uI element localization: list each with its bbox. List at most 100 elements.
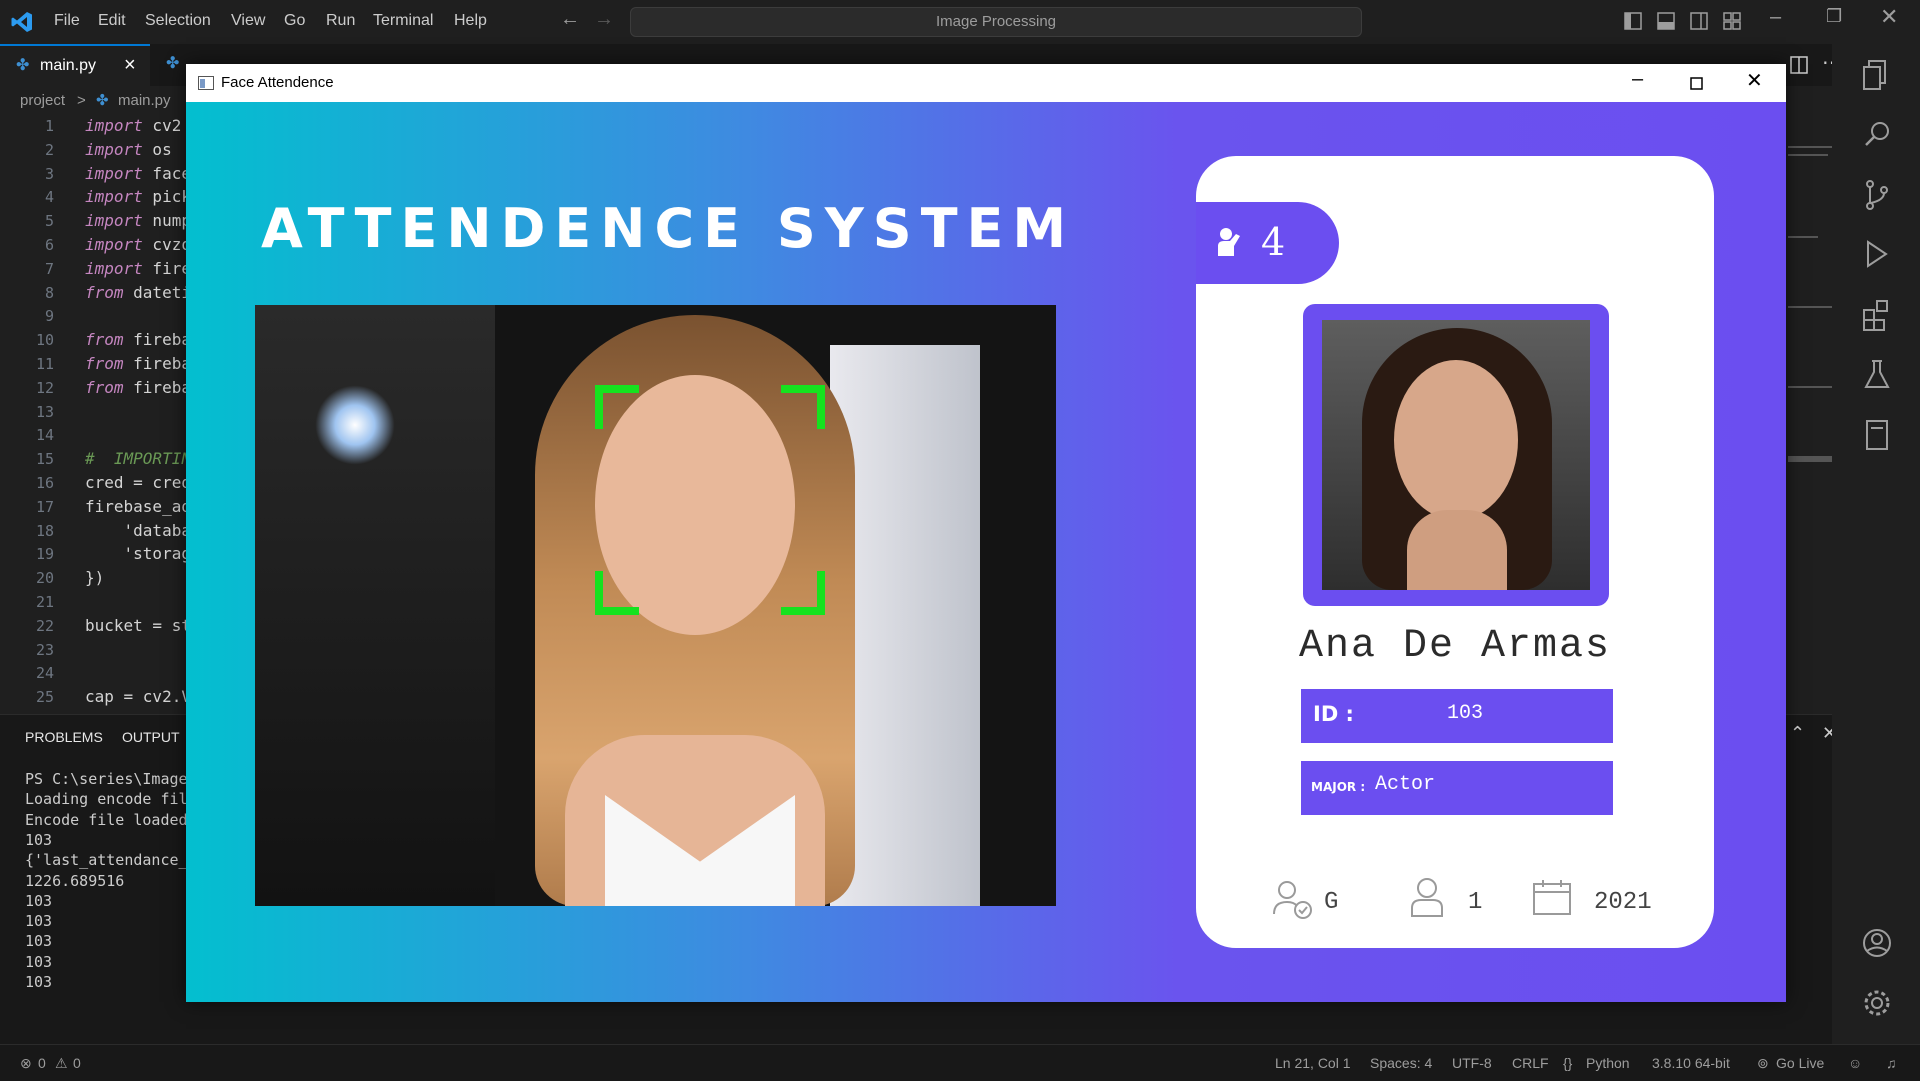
breadcrumb-separator: > [77, 92, 86, 109]
menu-selection[interactable]: Selection [145, 12, 211, 30]
explorer-icon[interactable] [1854, 52, 1900, 98]
calendar-icon [1533, 880, 1571, 915]
menu-help[interactable]: Help [454, 12, 487, 30]
light-glare [315, 385, 395, 465]
user-icon [1411, 878, 1443, 917]
error-count[interactable]: 0 [38, 1055, 46, 1071]
panel-tab-problems[interactable]: PROBLEMS [25, 729, 103, 745]
feedback-icon[interactable]: ☺ [1848, 1055, 1862, 1071]
line-number: 21 [35, 593, 54, 611]
restore-icon[interactable]: ❐ [1826, 6, 1842, 27]
menu-go[interactable]: Go [284, 12, 305, 30]
line-number: 19 [35, 545, 54, 564]
student-name: Ana De Armas [1298, 624, 1612, 669]
minimize-icon[interactable]: – [1770, 6, 1781, 29]
line-ending[interactable]: CRLF [1512, 1055, 1549, 1071]
terminal-line: Encode file loaded [25, 810, 188, 829]
breadcrumb-folder[interactable]: project [20, 92, 65, 109]
code-line: cap = cv2.V [85, 687, 191, 706]
search-icon[interactable] [1854, 112, 1900, 158]
activity-bar [1832, 44, 1920, 1044]
line-number: 3 [44, 164, 54, 183]
menu-file[interactable]: File [54, 12, 80, 30]
code-text: cred = cred [85, 473, 191, 492]
menu-edit[interactable]: Edit [98, 12, 126, 30]
id-label: ID : [1313, 702, 1354, 726]
code-text: # IMPORTIN [85, 449, 191, 469]
language-mode[interactable]: Python [1586, 1055, 1630, 1071]
warning-icon[interactable]: ⚠ [55, 1055, 68, 1072]
line-number: 6 [44, 236, 54, 254]
error-icon[interactable]: ⊗ [20, 1055, 32, 1072]
line-number: 23 [35, 640, 54, 659]
student-info-card: 4 Ana De Armas ID : 103 MAJOR : Actor G … [1196, 156, 1714, 948]
total-attendance-value: 4 [1261, 220, 1286, 264]
extensions-icon[interactable] [1854, 292, 1900, 338]
code-text: nump [142, 211, 191, 231]
code-line: bucket = st [85, 616, 191, 635]
code-text: 'databa [85, 520, 191, 540]
split-editor-icon[interactable] [1790, 56, 1808, 74]
customize-layout-icon[interactable] [1723, 12, 1741, 30]
toggle-sidebar-icon[interactable] [1624, 12, 1642, 30]
gear-icon[interactable] [1854, 980, 1900, 1026]
bell-icon[interactable]: ♫ [1886, 1055, 1897, 1071]
notebook-icon[interactable] [1854, 412, 1900, 458]
window-app-icon [198, 76, 214, 90]
terminal-line: 103 [25, 973, 53, 991]
panel-tab-output[interactable]: OUTPUT [122, 729, 180, 745]
close-icon[interactable]: ✕ [1880, 4, 1898, 30]
window-title-bar[interactable]: Face Attendence – ✕ [186, 64, 1786, 102]
menu-view[interactable]: View [231, 12, 265, 30]
tab-main-py[interactable]: ✤ main.py × [0, 44, 150, 86]
tab-close-icon[interactable]: × [124, 54, 136, 77]
account-icon[interactable] [1854, 920, 1900, 966]
line-number: 25 [35, 688, 54, 707]
run-debug-icon[interactable] [1854, 232, 1900, 278]
maximize-panel-icon[interactable]: ⌃ [1790, 723, 1805, 744]
testing-icon[interactable] [1854, 352, 1900, 398]
forward-arrow-icon[interactable]: → [594, 8, 614, 31]
app-heading: ATTENDENCE SYSTEM [261, 197, 1076, 260]
indentation[interactable]: Spaces: 4 [1370, 1055, 1432, 1071]
warning-count[interactable]: 0 [73, 1055, 81, 1071]
menu-terminal[interactable]: Terminal [373, 12, 433, 30]
go-live-button[interactable]: Go Live [1776, 1055, 1824, 1071]
menu-run[interactable]: Run [326, 12, 355, 30]
id-value: 103 [1447, 702, 1484, 725]
face-attendence-window[interactable]: Face Attendence – ✕ ATTENDENCE SYSTEM 4 … [186, 64, 1786, 1002]
code-text: os [142, 139, 172, 159]
starting-year-value: 2021 [1594, 889, 1652, 916]
code-line: import face [85, 164, 191, 183]
python-interpreter[interactable]: 3.8.10 64-bit [1652, 1055, 1730, 1071]
line-number: 11 [35, 355, 54, 373]
code-line: import fire [85, 259, 191, 278]
window-minimize-icon[interactable]: – [1632, 68, 1643, 91]
toggle-panel-icon[interactable] [1657, 12, 1675, 30]
window-maximize-icon[interactable] [1690, 77, 1703, 90]
encoding[interactable]: UTF-8 [1452, 1055, 1492, 1071]
student-photo-frame [1303, 304, 1609, 606]
source-control-icon[interactable] [1854, 172, 1900, 218]
window-title: Face Attendence [221, 74, 334, 91]
cursor-position[interactable]: Ln 21, Col 1 [1275, 1055, 1351, 1071]
line-number: 18 [35, 521, 54, 540]
code-text: }) [85, 568, 105, 588]
breadcrumb-file[interactable]: main.py [118, 92, 171, 109]
line-number: 16 [35, 474, 54, 492]
command-center-search[interactable]: Image Processing [630, 7, 1362, 37]
code-keyword: from [85, 330, 124, 350]
line-number: 20 [35, 569, 54, 588]
raised-hand-icon [1218, 228, 1240, 256]
python-file-icon[interactable]: ✤ [166, 53, 179, 73]
python-file-icon: ✤ [16, 57, 30, 74]
code-keyword: from [85, 282, 124, 302]
toggle-secondary-sidebar-icon[interactable] [1690, 12, 1708, 30]
student-photo [1322, 320, 1590, 590]
line-number: 10 [35, 331, 54, 350]
window-close-icon[interactable]: ✕ [1746, 68, 1763, 93]
vscode-logo-icon [11, 12, 32, 32]
line-number: 24 [35, 664, 54, 683]
code-line: import os [85, 140, 172, 159]
back-arrow-icon[interactable]: ← [560, 8, 580, 31]
